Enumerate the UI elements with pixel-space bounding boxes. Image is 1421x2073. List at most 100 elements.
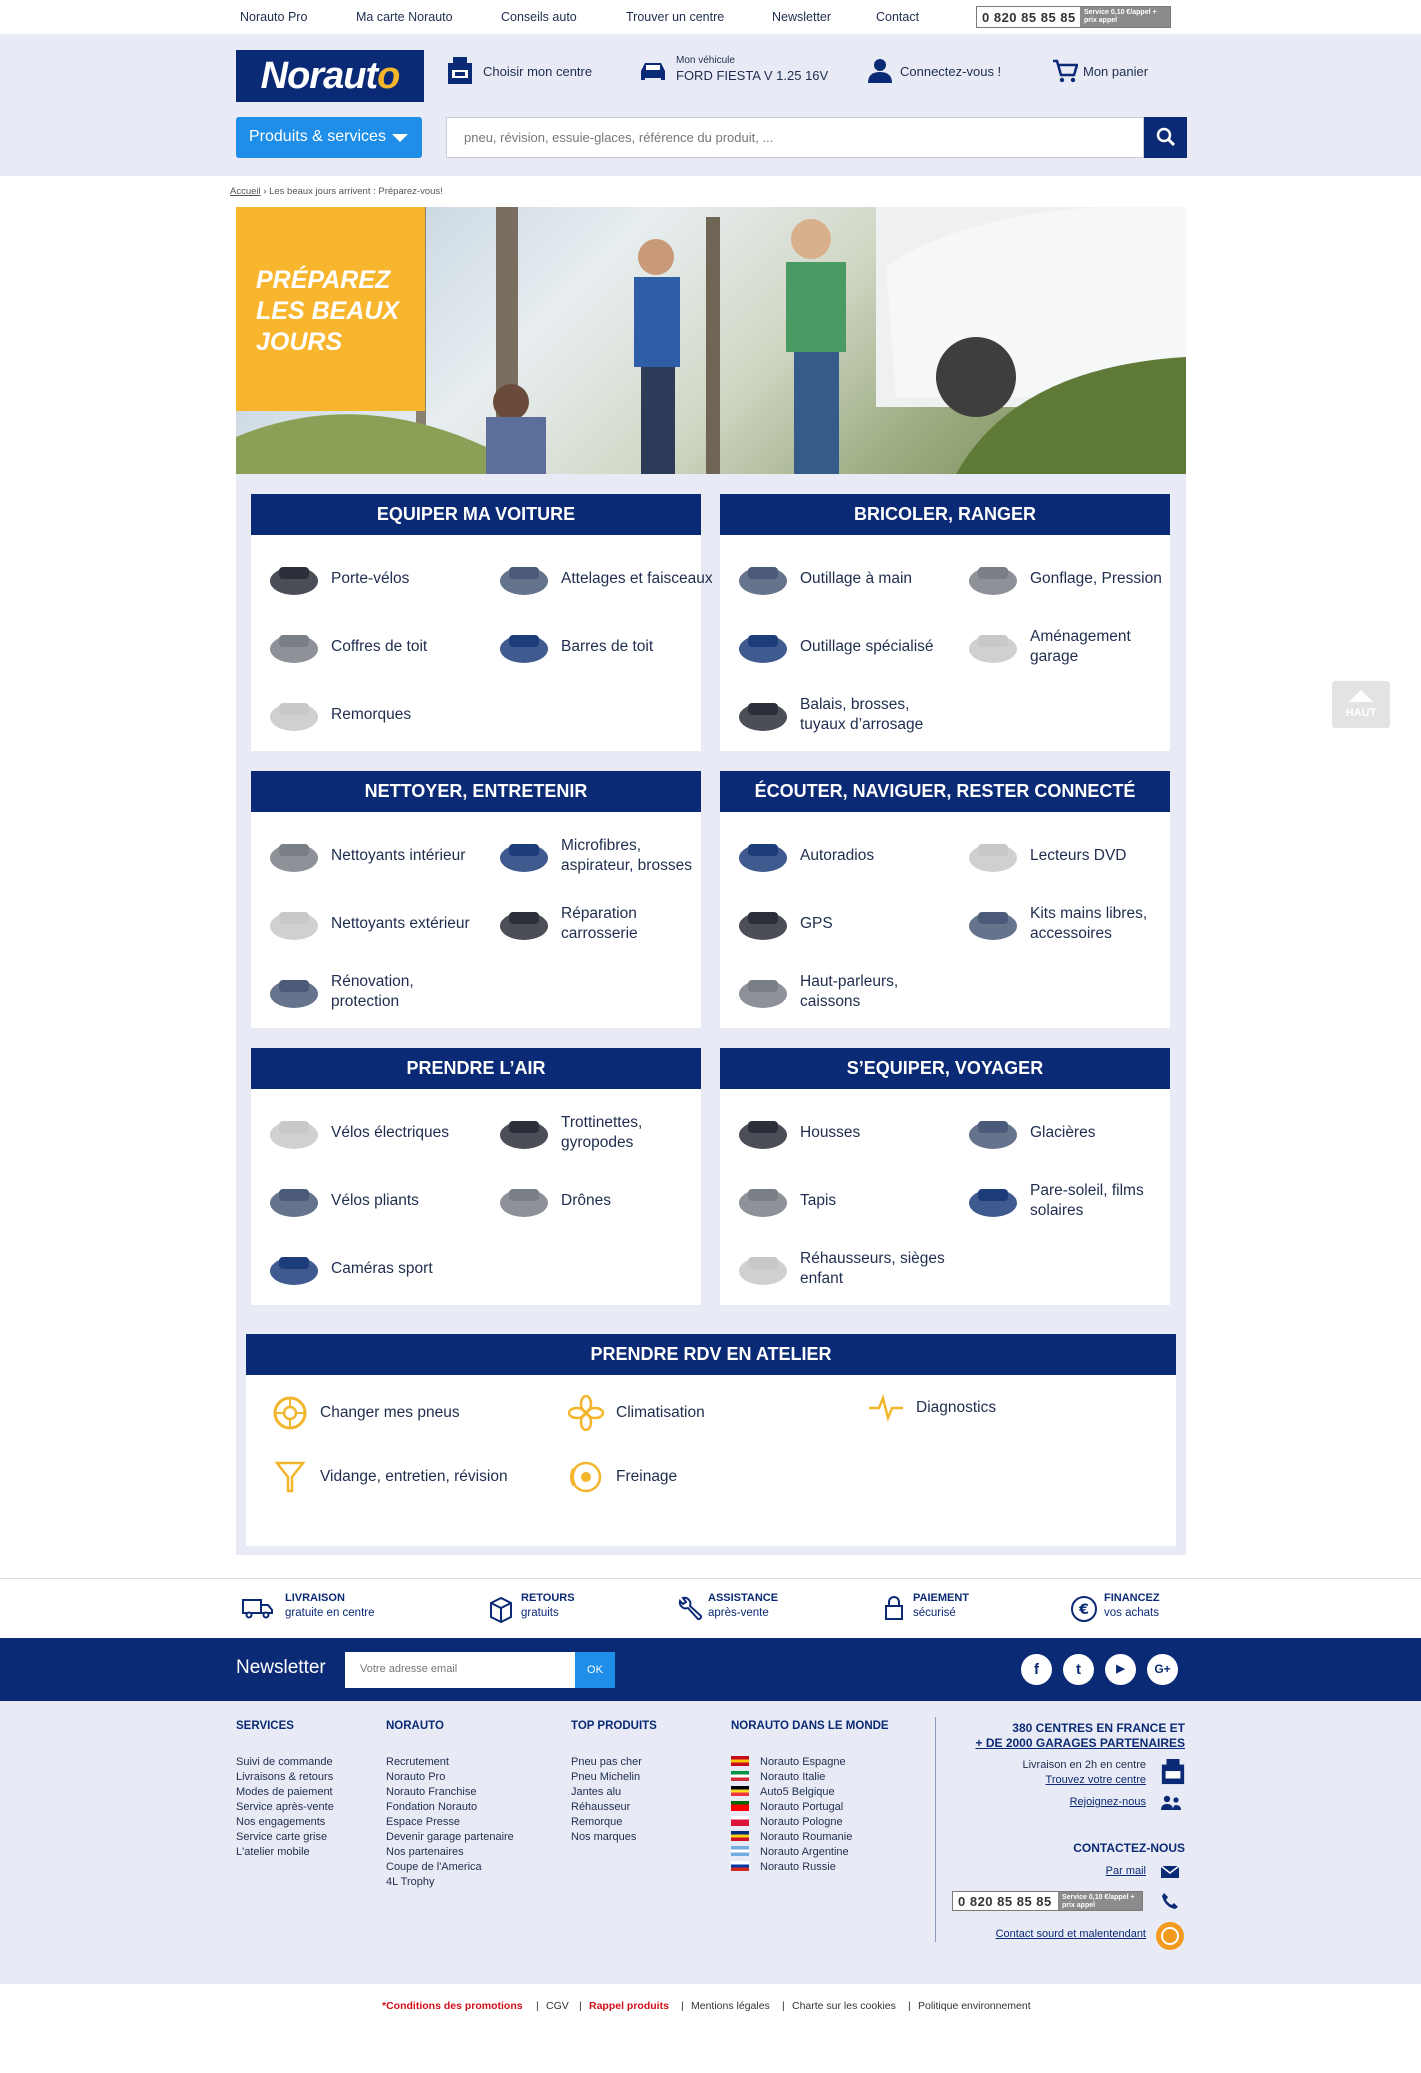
footer-link[interactable]: Norauto Franchise <box>386 1785 514 1800</box>
footer-phone-badge[interactable]: 0 820 85 85 85 Service 0,10 €/appel + pr… <box>952 1891 1143 1911</box>
category-item[interactable]: Réparation carrosserie <box>495 896 713 952</box>
google-plus-icon[interactable]: G+ <box>1147 1654 1178 1685</box>
category-item[interactable]: Nettoyants extérieur <box>265 896 483 952</box>
toplink-conseils[interactable]: Conseils auto <box>501 10 577 24</box>
category-item[interactable]: Lecteurs DVD <box>964 828 1182 884</box>
legal-link[interactable]: Mentions légales <box>691 2000 770 2012</box>
category-title[interactable]: EQUIPER MA VOITURE <box>251 494 701 535</box>
newsletter-ok-button[interactable]: OK <box>575 1652 615 1688</box>
category-item[interactable]: Microfibres, aspirateur, brosses <box>495 828 713 884</box>
legal-link[interactable]: *Conditions des promotions <box>382 2000 523 2012</box>
back-to-top-button[interactable]: HAUT <box>1332 681 1390 728</box>
legal-link[interactable]: Rappel produits <box>589 2000 669 2012</box>
footer-link[interactable]: L'atelier mobile <box>236 1845 334 1860</box>
phone-badge[interactable]: 0 820 85 85 85 Service 0,10 €/appel + pr… <box>976 6 1171 28</box>
toplink-contact[interactable]: Contact <box>876 10 919 24</box>
category-item[interactable]: Barres de toit <box>495 619 713 675</box>
newsletter-email-input[interactable]: Votre adresse email <box>345 1652 575 1688</box>
toplink-trouver-centre[interactable]: Trouver un centre <box>626 10 724 24</box>
footer-country-link[interactable]: Auto5 Belgique <box>731 1785 889 1800</box>
category-item[interactable]: Nettoyants intérieur <box>265 828 483 884</box>
category-item[interactable]: Kits mains libres, accessoires <box>964 896 1182 952</box>
footer-link[interactable]: Nos engagements <box>236 1815 334 1830</box>
mail-link[interactable]: Par mail <box>940 1865 1146 1877</box>
deaf-contact-link[interactable]: Contact sourd et malentendant <box>940 1928 1146 1940</box>
footer-link[interactable]: Livraisons & retours <box>236 1770 334 1785</box>
footer-link[interactable]: Recrutement <box>386 1755 514 1770</box>
category-item[interactable]: Autoradios <box>734 828 952 884</box>
category-item[interactable]: Gonflage, Pression <box>964 551 1182 607</box>
category-item[interactable]: Housses <box>734 1105 952 1161</box>
category-item[interactable]: Drônes <box>495 1173 713 1229</box>
products-services-button[interactable]: Produits & services <box>236 117 422 158</box>
footer-country-link[interactable]: Norauto Argentine <box>731 1845 889 1860</box>
footer-link[interactable]: Réhausseur <box>571 1800 657 1815</box>
category-item[interactable]: Trottinettes, gyropodes <box>495 1105 713 1161</box>
footer-country-link[interactable]: Norauto Pologne <box>731 1815 889 1830</box>
footer-country-link[interactable]: Norauto Russie <box>731 1860 889 1875</box>
category-item[interactable]: Outillage à main <box>734 551 952 607</box>
category-title[interactable]: BRICOLER, RANGER <box>720 494 1170 535</box>
footer-country-link[interactable]: Norauto Espagne <box>731 1755 889 1770</box>
footer-link[interactable]: Fondation Norauto <box>386 1800 514 1815</box>
category-item[interactable]: Rénovation, protection <box>265 964 483 1020</box>
category-item[interactable]: Attelages et faisceaux <box>495 551 713 607</box>
category-item[interactable]: Coffres de toit <box>265 619 483 675</box>
category-title[interactable]: S’EQUIPER, VOYAGER <box>720 1048 1170 1089</box>
footer-link[interactable]: Espace Presse <box>386 1815 514 1830</box>
footer-country-link[interactable]: Norauto Italie <box>731 1770 889 1785</box>
footer-link[interactable]: Norauto Pro <box>386 1770 514 1785</box>
category-item[interactable]: GPS <box>734 896 952 952</box>
footer-link[interactable]: Service après-vente <box>236 1800 334 1815</box>
category-item[interactable]: Balais, brosses, tuyaux d’arrosage <box>734 687 952 743</box>
join-us-link[interactable]: Rejoignez-nous <box>940 1796 1146 1808</box>
footer-link[interactable]: Nos marques <box>571 1830 657 1845</box>
flag-icon <box>731 1756 749 1766</box>
category-item[interactable]: Vélos pliants <box>265 1173 483 1229</box>
category-item[interactable]: Haut-parleurs, caissons <box>734 964 952 1020</box>
footer-link[interactable]: Nos partenaires <box>386 1845 514 1860</box>
norauto-logo[interactable]: Noraut o <box>236 50 424 102</box>
search-button[interactable] <box>1144 117 1187 158</box>
category-item[interactable]: Aménagement garage <box>964 619 1182 675</box>
footer-link[interactable]: Suivi de commande <box>236 1755 334 1770</box>
footer-country-link[interactable]: Norauto Roumanie <box>731 1830 889 1845</box>
toplink-carte[interactable]: Ma carte Norauto <box>356 10 453 24</box>
rdv-title[interactable]: PRENDRE RDV EN ATELIER <box>246 1334 1176 1375</box>
footer-country-link[interactable]: Norauto Portugal <box>731 1800 889 1815</box>
hero-banner[interactable]: PRÉPAREZ LES BEAUX JOURS <box>236 207 1186 474</box>
find-center-link[interactable]: Trouvez votre centre <box>940 1773 1146 1788</box>
toplink-newsletter[interactable]: Newsletter <box>772 10 831 24</box>
footer-headline-2[interactable]: + DE 2000 GARAGES PARTENAIRES <box>940 1736 1185 1751</box>
toplink-norauto-pro[interactable]: Norauto Pro <box>240 10 307 24</box>
category-item[interactable]: Outillage spécialisé <box>734 619 952 675</box>
footer-link[interactable]: Service carte grise <box>236 1830 334 1845</box>
footer-link[interactable]: Remorque <box>571 1815 657 1830</box>
category-title[interactable]: NETTOYER, ENTRETENIR <box>251 771 701 812</box>
footer-link[interactable]: Jantes alu <box>571 1785 657 1800</box>
footer-link[interactable]: Modes de paiement <box>236 1785 334 1800</box>
category-item[interactable]: Pare-soleil, films solaires <box>964 1173 1182 1229</box>
category-item[interactable]: Caméras sport <box>265 1241 483 1297</box>
category-item[interactable]: Porte-vélos <box>265 551 483 607</box>
legal-link[interactable]: Politique environnement <box>918 2000 1031 2012</box>
breadcrumb-home[interactable]: Accueil <box>230 186 261 197</box>
category-item[interactable]: Vélos électriques <box>265 1105 483 1161</box>
footer-link[interactable]: Pneu Michelin <box>571 1770 657 1785</box>
footer-link[interactable]: Pneu pas cher <box>571 1755 657 1770</box>
category-item[interactable]: Glacières <box>964 1105 1182 1161</box>
footer-link[interactable]: Devenir garage partenaire <box>386 1830 514 1845</box>
category-title[interactable]: ÉCOUTER, NAVIGUER, RESTER CONNECTÉ <box>720 771 1170 812</box>
legal-link[interactable]: CGV <box>546 2000 569 2012</box>
search-input[interactable]: pneu, révision, essuie-glaces, référence… <box>446 117 1144 158</box>
legal-link[interactable]: Charte sur les cookies <box>792 2000 896 2012</box>
category-item[interactable]: Tapis <box>734 1173 952 1229</box>
category-item[interactable]: Remorques <box>265 687 483 743</box>
category-title[interactable]: PRENDRE L’AIR <box>251 1048 701 1089</box>
youtube-icon[interactable]: ▶ <box>1105 1654 1136 1685</box>
facebook-icon[interactable]: f <box>1021 1654 1052 1685</box>
category-item[interactable]: Réhausseurs, sièges enfant <box>734 1241 952 1297</box>
footer-link[interactable]: 4L Trophy <box>386 1875 514 1890</box>
footer-link[interactable]: Coupe de l'America <box>386 1860 514 1875</box>
twitter-icon[interactable]: t <box>1063 1654 1094 1685</box>
